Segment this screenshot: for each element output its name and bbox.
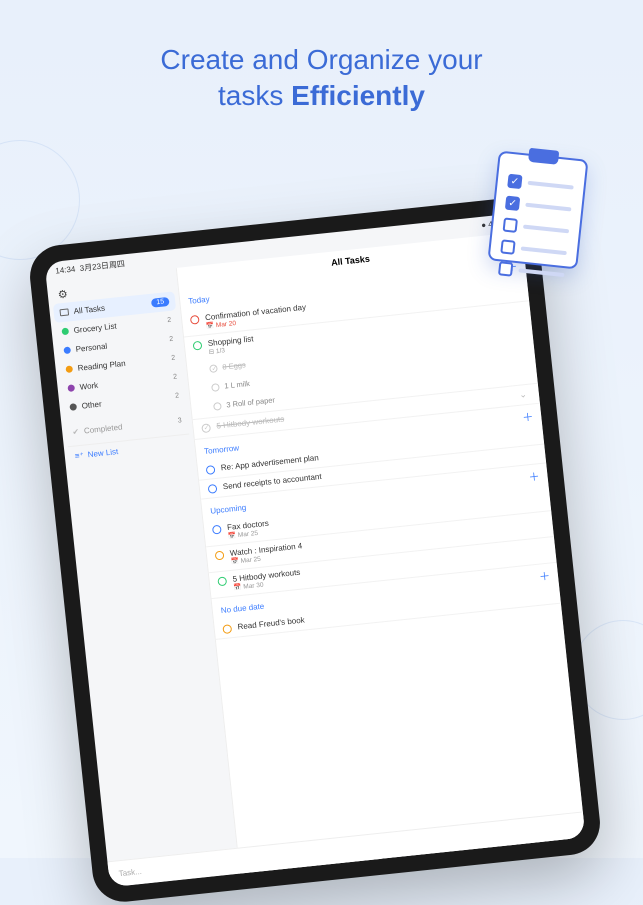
add-task-tomorrow[interactable]: ＋ (521, 409, 534, 426)
task-checkbox[interactable] (190, 315, 200, 325)
main-panel: All Tasks ⌕ ⋮ Today ＋ Confirmation of va… (176, 232, 586, 877)
task-checkbox[interactable] (201, 423, 211, 433)
list-color-dot (65, 365, 73, 373)
headline-line-2-bold: Efficiently (291, 80, 425, 111)
sidebar-all-count: 15 (151, 297, 170, 308)
list-color-dot (61, 328, 69, 336)
section-header-label: Today (188, 294, 210, 305)
tablet-screen: 14:34 3月23日周四 ● 43% ▮ ⚙ All Tasks 15 Gro… (44, 213, 585, 888)
sidebar-item-label: Other (81, 393, 162, 410)
chevron-down-icon[interactable]: ⌄ (519, 389, 528, 401)
promo-headline: Create and Organize your tasks Efficient… (0, 0, 643, 115)
headline-line-2-pre: tasks (218, 80, 291, 111)
status-time: 14:34 (55, 265, 76, 276)
headline-line-1: Create and Organize your (160, 44, 482, 75)
task-checkbox[interactable] (222, 624, 232, 634)
sidebar-completed-count: 3 (169, 417, 182, 425)
task-checkbox[interactable] (193, 341, 203, 351)
plus-list-icon: ≡⁺ (74, 451, 84, 461)
sidebar-item-count: 2 (161, 336, 174, 344)
add-task-input[interactable]: Task... (176, 811, 586, 876)
inbox-icon (59, 308, 69, 316)
subtask-checkbox[interactable] (213, 402, 222, 411)
task-checkbox[interactable] (212, 525, 222, 535)
clipboard-illustration: ✓ ✓ (487, 151, 588, 270)
task-checkbox[interactable] (215, 551, 225, 561)
list-color-dot (67, 384, 75, 392)
task-checkbox[interactable] (217, 576, 227, 586)
main-title: All Tasks (331, 254, 371, 268)
subtask-checkbox[interactable] (211, 383, 220, 392)
list-color-dot (69, 403, 77, 411)
subtask-checkbox[interactable] (209, 364, 218, 373)
add-task-upcoming[interactable]: ＋ (528, 468, 541, 485)
sidebar-item-count: 2 (165, 373, 178, 381)
sidebar-item-count: 2 (163, 355, 176, 363)
add-task-nodue[interactable]: ＋ (538, 568, 551, 585)
subtask-title: 3 Roll of paper (226, 395, 275, 409)
section-header-label: Upcoming (210, 502, 247, 515)
new-list-label: New List (87, 447, 118, 459)
subtask-title: 8 Eggs (222, 360, 246, 371)
task-checkbox[interactable] (206, 465, 216, 475)
section-header-label: Tomorrow (204, 443, 240, 456)
section-header-label: No due date (220, 601, 264, 615)
task-checkbox[interactable] (208, 484, 218, 494)
sidebar-item-count: 2 (167, 392, 180, 400)
tablet-device-frame: 14:34 3月23日周四 ● 43% ▮ ⚙ All Tasks 15 Gro… (27, 195, 603, 905)
check-icon: ✔ (72, 427, 80, 437)
status-date: 3月23日周四 (79, 259, 125, 273)
sidebar-completed-label: Completed (84, 418, 166, 435)
list-color-dot (63, 346, 71, 354)
subtask-title: 1 L milk (224, 379, 250, 391)
sidebar-item-count: 2 (159, 317, 172, 325)
decorative-circle (0, 140, 80, 260)
